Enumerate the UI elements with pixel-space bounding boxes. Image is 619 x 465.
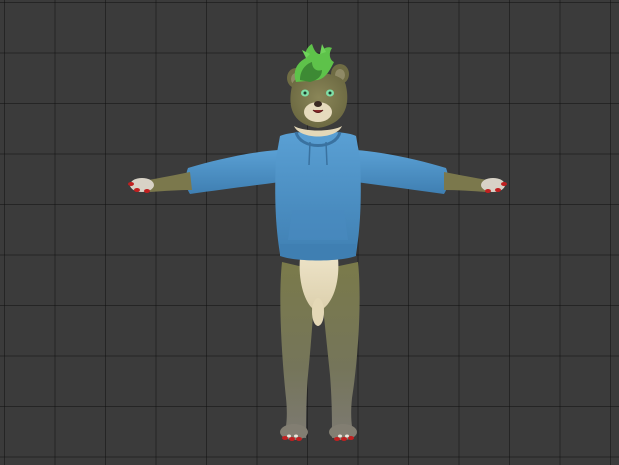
- right-sleeve: [356, 150, 449, 194]
- left-sleeve: [185, 150, 280, 194]
- hoodie: [275, 131, 361, 261]
- belly-bulge: [312, 298, 324, 326]
- legs: [280, 258, 360, 441]
- right-hand: [481, 178, 505, 192]
- nose: [314, 101, 322, 107]
- character-model[interactable]: [0, 0, 619, 465]
- foot-pads: [287, 434, 349, 438]
- hoodie-body: [275, 131, 361, 260]
- left-forearm: [147, 172, 192, 192]
- right-forearm: [444, 172, 489, 192]
- hoodie-waistband: [280, 244, 356, 261]
- hoodie-string-right: [325, 141, 328, 166]
- 3d-viewport[interactable]: [0, 0, 619, 465]
- left-hand: [130, 178, 154, 192]
- hoodie-pocket: [288, 210, 348, 240]
- hoodie-string-left: [308, 141, 311, 166]
